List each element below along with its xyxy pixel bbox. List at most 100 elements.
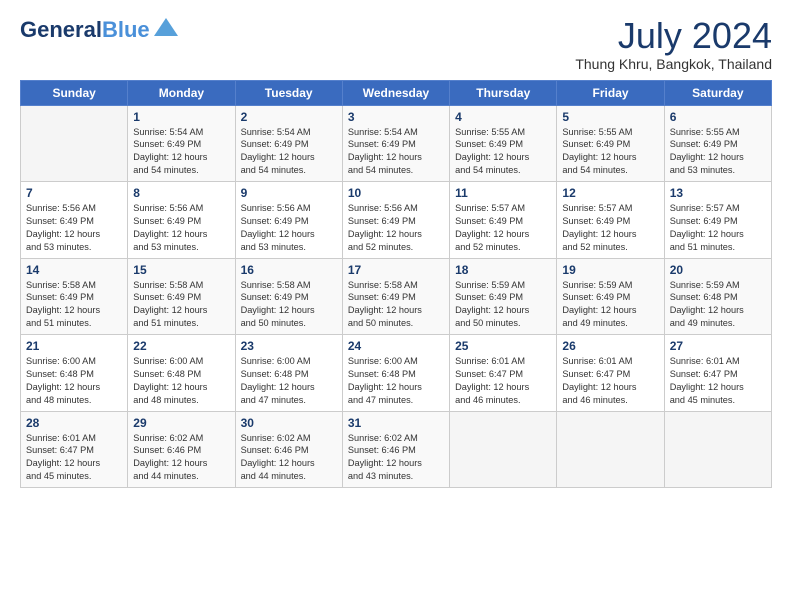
day-number: 21 [26, 339, 122, 353]
calendar-cell [21, 105, 128, 182]
calendar-cell [450, 411, 557, 488]
day-number: 22 [133, 339, 229, 353]
day-info: Sunrise: 6:01 AMSunset: 6:47 PMDaylight:… [26, 432, 122, 484]
day-info: Sunrise: 6:02 AMSunset: 6:46 PMDaylight:… [348, 432, 444, 484]
day-info: Sunrise: 5:58 AMSunset: 6:49 PMDaylight:… [26, 279, 122, 331]
day-info: Sunrise: 6:00 AMSunset: 6:48 PMDaylight:… [348, 355, 444, 407]
day-number: 31 [348, 416, 444, 430]
day-info: Sunrise: 5:54 AMSunset: 6:49 PMDaylight:… [348, 126, 444, 178]
day-number: 11 [455, 186, 551, 200]
calendar-week-row: 28 Sunrise: 6:01 AMSunset: 6:47 PMDayligh… [21, 411, 772, 488]
calendar-cell: 9 Sunrise: 5:56 AMSunset: 6:49 PMDaylight… [235, 182, 342, 259]
day-number: 20 [670, 263, 766, 277]
calendar-cell: 30 Sunrise: 6:02 AMSunset: 6:46 PMDayligh… [235, 411, 342, 488]
weekday-header-cell: Saturday [664, 80, 771, 105]
day-info: Sunrise: 6:00 AMSunset: 6:48 PMDaylight:… [133, 355, 229, 407]
day-number: 9 [241, 186, 337, 200]
calendar-cell: 5Sunrise: 5:55 AMSunset: 6:49 PMDaylight… [557, 105, 664, 182]
day-info: Sunrise: 5:56 AMSunset: 6:49 PMDaylight:… [26, 202, 122, 254]
day-info: Sunrise: 5:55 AMSunset: 6:49 PMDaylight:… [562, 126, 658, 178]
calendar-cell: 3Sunrise: 5:54 AMSunset: 6:49 PMDaylight… [342, 105, 449, 182]
calendar-cell: 26 Sunrise: 6:01 AMSunset: 6:47 PMDayligh… [557, 335, 664, 412]
day-info: Sunrise: 6:02 AMSunset: 6:46 PMDaylight:… [241, 432, 337, 484]
calendar-cell: 7 Sunrise: 5:56 AMSunset: 6:49 PMDaylight… [21, 182, 128, 259]
day-number: 30 [241, 416, 337, 430]
day-info: Sunrise: 5:56 AMSunset: 6:49 PMDaylight:… [241, 202, 337, 254]
day-info: Sunrise: 6:01 AMSunset: 6:47 PMDaylight:… [670, 355, 766, 407]
day-number: 13 [670, 186, 766, 200]
day-number: 29 [133, 416, 229, 430]
calendar-table: SundayMondayTuesdayWednesdayThursdayFrid… [20, 80, 772, 489]
day-info: Sunrise: 5:54 AMSunset: 6:49 PMDaylight:… [241, 126, 337, 178]
calendar-cell: 29 Sunrise: 6:02 AMSunset: 6:46 PMDayligh… [128, 411, 235, 488]
day-info: Sunrise: 5:55 AMSunset: 6:49 PMDaylight:… [670, 126, 766, 178]
day-number: 26 [562, 339, 658, 353]
calendar-week-row: 1 Sunrise: 5:54 AMSunset: 6:49 PMDaylight… [21, 105, 772, 182]
day-number: 24 [348, 339, 444, 353]
calendar-cell: 2 Sunrise: 5:54 AMSunset: 6:49 PMDaylight… [235, 105, 342, 182]
calendar-cell [557, 411, 664, 488]
day-number: 23 [241, 339, 337, 353]
day-number: 7 [26, 186, 122, 200]
weekday-header-cell: Friday [557, 80, 664, 105]
calendar-page: GeneralBlue July 2024 Thung Khru, Bangko… [0, 0, 792, 498]
calendar-cell: 17 Sunrise: 5:58 AMSunset: 6:49 PMDayligh… [342, 258, 449, 335]
day-number: 15 [133, 263, 229, 277]
day-number: 8 [133, 186, 229, 200]
day-number: 6 [670, 110, 766, 124]
calendar-cell: 31 Sunrise: 6:02 AMSunset: 6:46 PMDayligh… [342, 411, 449, 488]
day-number: 10 [348, 186, 444, 200]
day-number: 18 [455, 263, 551, 277]
calendar-cell: 11 Sunrise: 5:57 AMSunset: 6:49 PMDayligh… [450, 182, 557, 259]
day-info: Sunrise: 5:56 AMSunset: 6:49 PMDaylight:… [133, 202, 229, 254]
day-number: 16 [241, 263, 337, 277]
day-info: Sunrise: 5:57 AMSunset: 6:49 PMDaylight:… [455, 202, 551, 254]
day-info: Sunrise: 5:58 AMSunset: 6:49 PMDaylight:… [133, 279, 229, 331]
logo: GeneralBlue [20, 16, 180, 44]
title-area: July 2024 Thung Khru, Bangkok, Thailand [575, 16, 772, 72]
day-number: 4 [455, 110, 551, 124]
day-number: 1 [133, 110, 229, 124]
day-info: Sunrise: 5:57 AMSunset: 6:49 PMDaylight:… [562, 202, 658, 254]
logo-text: GeneralBlue [20, 18, 150, 42]
calendar-cell: 13Sunrise: 5:57 AMSunset: 6:49 PMDayligh… [664, 182, 771, 259]
day-info: Sunrise: 5:59 AMSunset: 6:48 PMDaylight:… [670, 279, 766, 331]
day-info: Sunrise: 5:59 AMSunset: 6:49 PMDaylight:… [455, 279, 551, 331]
calendar-week-row: 7 Sunrise: 5:56 AMSunset: 6:49 PMDaylight… [21, 182, 772, 259]
weekday-header-cell: Monday [128, 80, 235, 105]
calendar-week-row: 14Sunrise: 5:58 AMSunset: 6:49 PMDayligh… [21, 258, 772, 335]
calendar-cell: 8 Sunrise: 5:56 AMSunset: 6:49 PMDaylight… [128, 182, 235, 259]
calendar-cell: 22 Sunrise: 6:00 AMSunset: 6:48 PMDayligh… [128, 335, 235, 412]
calendar-cell: 16 Sunrise: 5:58 AMSunset: 6:49 PMDayligh… [235, 258, 342, 335]
day-info: Sunrise: 6:00 AMSunset: 6:48 PMDaylight:… [26, 355, 122, 407]
day-info: Sunrise: 6:02 AMSunset: 6:46 PMDaylight:… [133, 432, 229, 484]
day-number: 28 [26, 416, 122, 430]
day-number: 25 [455, 339, 551, 353]
day-info: Sunrise: 6:01 AMSunset: 6:47 PMDaylight:… [562, 355, 658, 407]
calendar-cell: 6 Sunrise: 5:55 AMSunset: 6:49 PMDaylight… [664, 105, 771, 182]
calendar-cell: 1 Sunrise: 5:54 AMSunset: 6:49 PMDaylight… [128, 105, 235, 182]
day-info: Sunrise: 5:58 AMSunset: 6:49 PMDaylight:… [241, 279, 337, 331]
weekday-header-cell: Thursday [450, 80, 557, 105]
calendar-cell: 27 Sunrise: 6:01 AMSunset: 6:47 PMDayligh… [664, 335, 771, 412]
calendar-cell: 4 Sunrise: 5:55 AMSunset: 6:49 PMDaylight… [450, 105, 557, 182]
day-number: 2 [241, 110, 337, 124]
day-number: 17 [348, 263, 444, 277]
calendar-cell: 18 Sunrise: 5:59 AMSunset: 6:49 PMDayligh… [450, 258, 557, 335]
weekday-header-cell: Tuesday [235, 80, 342, 105]
day-info: Sunrise: 5:58 AMSunset: 6:49 PMDaylight:… [348, 279, 444, 331]
calendar-cell [664, 411, 771, 488]
weekday-header-cell: Sunday [21, 80, 128, 105]
calendar-cell: 15 Sunrise: 5:58 AMSunset: 6:49 PMDayligh… [128, 258, 235, 335]
day-info: Sunrise: 6:00 AMSunset: 6:48 PMDaylight:… [241, 355, 337, 407]
day-info: Sunrise: 5:54 AMSunset: 6:49 PMDaylight:… [133, 126, 229, 178]
calendar-cell: 28 Sunrise: 6:01 AMSunset: 6:47 PMDayligh… [21, 411, 128, 488]
weekday-header-cell: Wednesday [342, 80, 449, 105]
calendar-cell: 25Sunrise: 6:01 AMSunset: 6:47 PMDayligh… [450, 335, 557, 412]
location: Thung Khru, Bangkok, Thailand [575, 56, 772, 72]
calendar-cell: 20 Sunrise: 5:59 AMSunset: 6:48 PMDayligh… [664, 258, 771, 335]
day-number: 27 [670, 339, 766, 353]
calendar-cell: 24 Sunrise: 6:00 AMSunset: 6:48 PMDayligh… [342, 335, 449, 412]
day-info: Sunrise: 5:55 AMSunset: 6:49 PMDaylight:… [455, 126, 551, 178]
calendar-cell: 14Sunrise: 5:58 AMSunset: 6:49 PMDayligh… [21, 258, 128, 335]
